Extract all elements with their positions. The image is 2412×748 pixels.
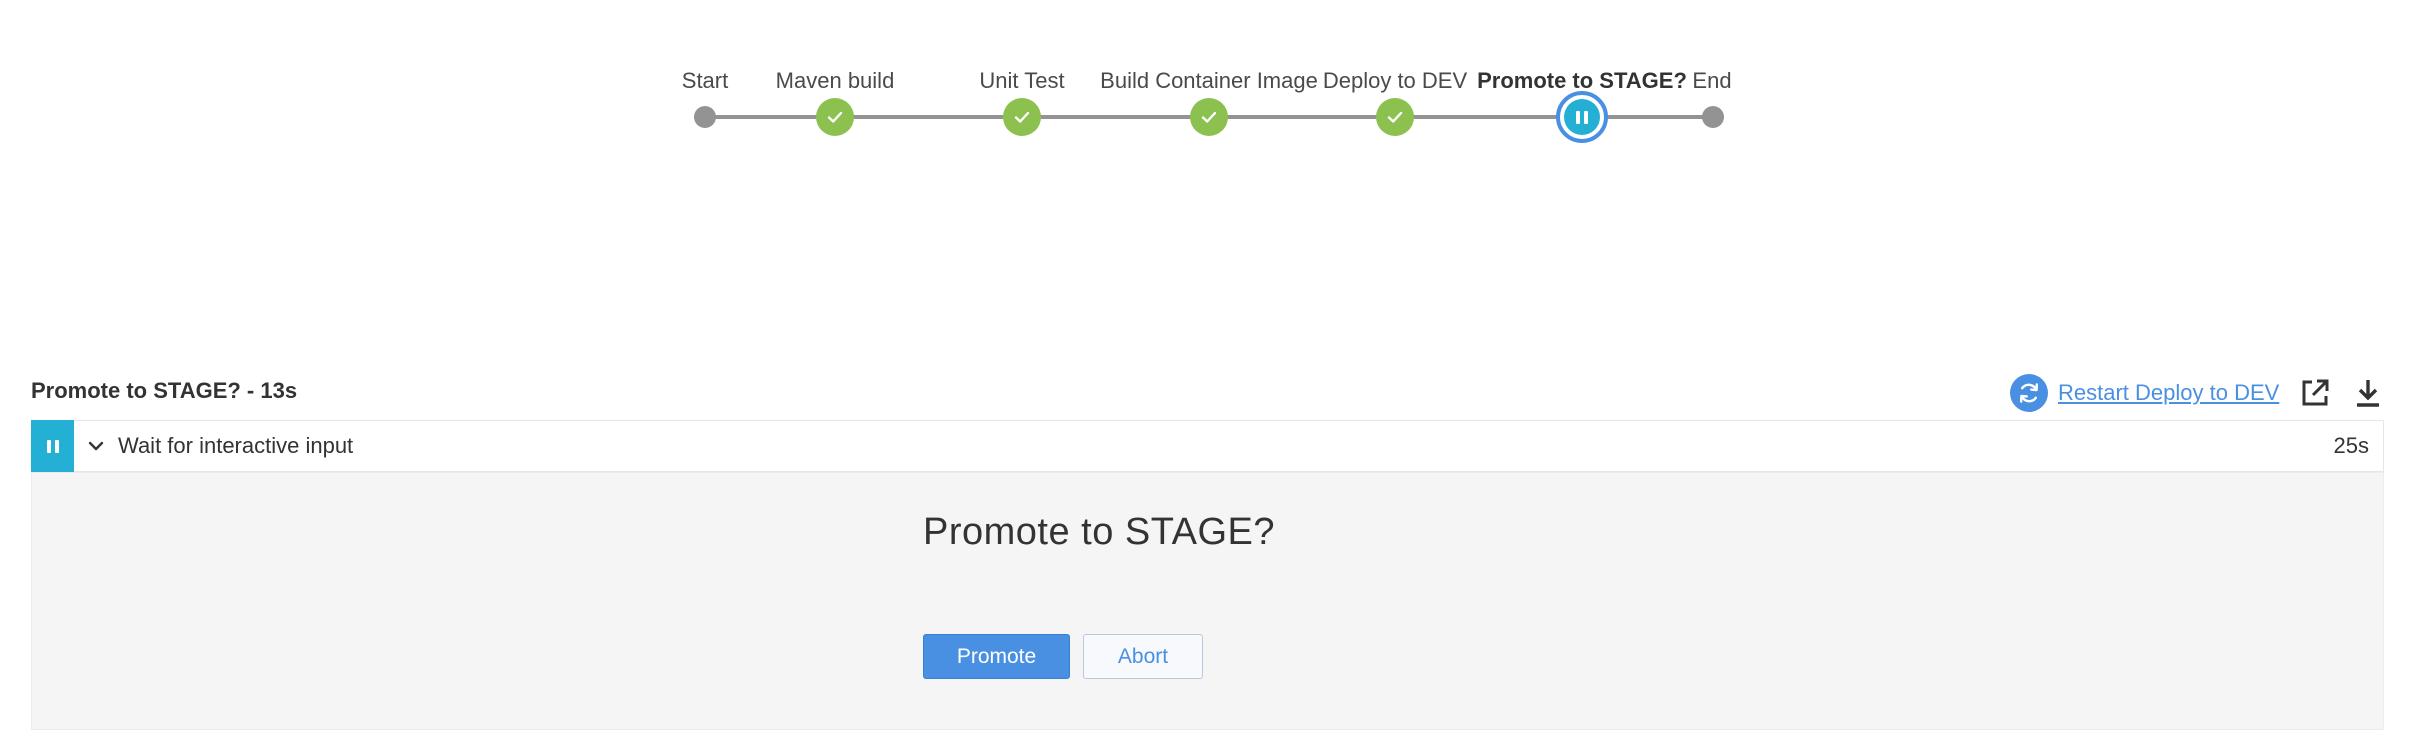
pause-icon: [46, 439, 59, 453]
stage-label-end: End: [1692, 68, 1732, 93]
check-icon: [827, 111, 843, 123]
abort-button[interactable]: Abort: [1083, 634, 1203, 679]
log-step-label[interactable]: Wait for interactive input: [118, 433, 353, 459]
refresh-icon[interactable]: [2010, 374, 2048, 412]
log-step-row[interactable]: Wait for interactive input 25s: [31, 420, 2384, 472]
stage-node-maven-build[interactable]: [816, 98, 854, 136]
stage-node-deploy-to-dev[interactable]: [1376, 98, 1414, 136]
pipeline-graph: Start Maven build Unit Test Build Contai…: [0, 0, 2412, 170]
stage-node-build-container-image[interactable]: [1190, 98, 1228, 136]
step-title: Promote to STAGE? - 13s: [31, 378, 298, 403]
download-icon[interactable]: [2351, 376, 2385, 410]
promote-button[interactable]: Promote: [923, 634, 1070, 679]
restart-label[interactable]: Restart Deploy to DEV: [2058, 380, 2279, 406]
log-step-duration: 25s: [2333, 433, 2369, 458]
restart-stage-link[interactable]: Restart Deploy to DEV: [2010, 374, 2279, 412]
paused-status: [1564, 99, 1600, 135]
check-icon: [1201, 111, 1217, 123]
input-message: Promote to STAGE?: [923, 511, 1276, 553]
chevron-down-icon[interactable]: [85, 435, 107, 457]
row-status-paused: [31, 420, 74, 472]
stage-node-unit-test[interactable]: [1003, 98, 1041, 136]
pause-icon: [1576, 110, 1588, 124]
input-step-panel: Promote to STAGE? Promote Abort: [31, 472, 2384, 730]
check-icon: [1387, 111, 1403, 123]
stage-node-end: [1702, 106, 1724, 128]
check-icon: [1014, 111, 1030, 123]
stage-node-start: [694, 106, 716, 128]
stage-node-promote-to-stage[interactable]: [1556, 91, 1608, 143]
external-link-icon[interactable]: [2298, 376, 2332, 410]
